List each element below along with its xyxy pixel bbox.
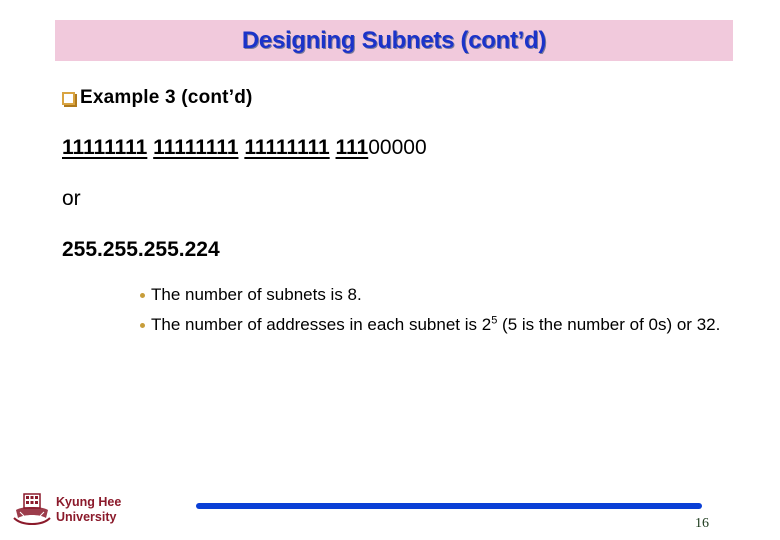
heading-row: Example 3 (cont’d) (62, 87, 253, 109)
university-name-line1: Kyung Hee (56, 495, 122, 509)
page-number: 16 (695, 516, 709, 531)
bullet-item: The number of subnets is 8. (140, 285, 730, 305)
university-name: Kyung Hee University (56, 495, 121, 525)
dotted-decimal-mask: 255.255.255.224 (62, 238, 220, 261)
binary-octet-4-host-bits: 00000 (368, 136, 427, 159)
binary-mask: 11111111 11111111 11111111 11100000 (62, 136, 427, 160)
binary-octet-3: 11111111 (244, 136, 330, 159)
bullet-list: The number of subnets is 8. The number o… (140, 285, 730, 345)
footer-divider (196, 503, 702, 509)
or-text: or (62, 187, 81, 210)
bullet-item: The number of addresses in each subnet i… (140, 315, 730, 335)
bullet-text-before: The number of addresses in each subnet i… (151, 315, 492, 334)
bullet-text-after: (5 is the number of 0s) or 32. (497, 315, 721, 334)
binary-octet-1: 11111111 (62, 136, 148, 159)
checkbox-bullet-icon (62, 91, 75, 105)
binary-octet-2: 11111111 (153, 136, 239, 159)
title-bar: Designing Subnets (cont’d) (55, 20, 733, 61)
university-name-line2: University (56, 510, 117, 524)
bullet-text: The number of subnets is 8. (151, 285, 362, 304)
university-emblem-icon (13, 493, 51, 525)
bullet-dot-icon (140, 293, 145, 298)
example-heading: Example 3 (cont’d) (80, 87, 253, 108)
binary-octet-4-subnet-bits: 111 (335, 136, 369, 159)
slide-title: Designing Subnets (cont’d) (241, 26, 547, 54)
bullet-dot-icon (140, 323, 145, 328)
university-logo: Kyung Hee University (12, 492, 121, 528)
